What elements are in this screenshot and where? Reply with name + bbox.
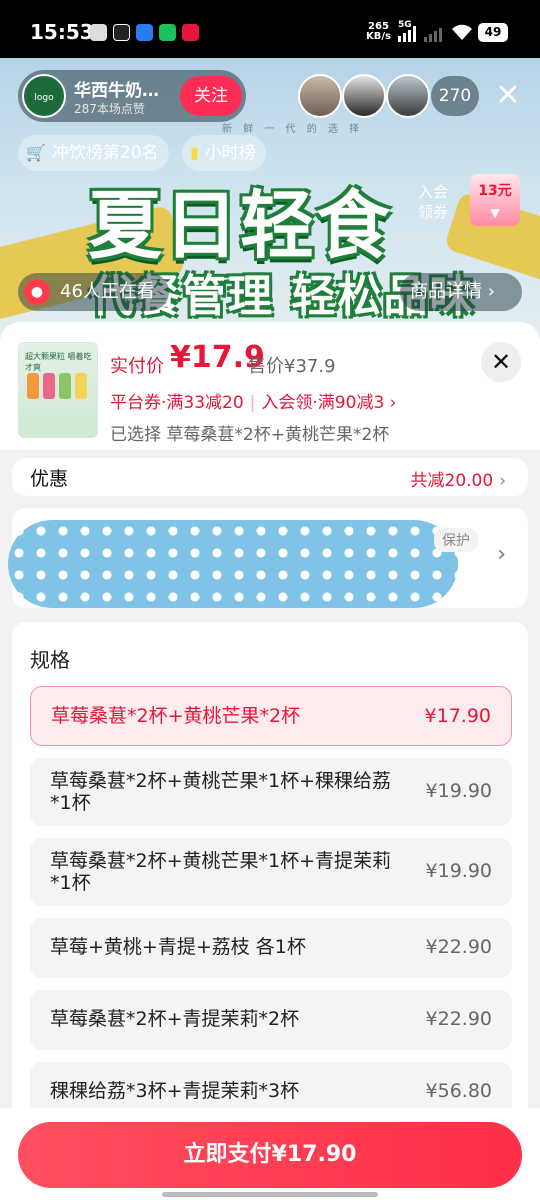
spec-option-name: 草莓桑葚*2杯+黄桃芒果*1杯+青提茉莉*1杯 <box>50 850 392 894</box>
hour-rank-tag[interactable]: ▮ 小时榜 <box>182 135 266 171</box>
shop-name: 华西牛奶… <box>74 81 159 101</box>
product-summary: 超大颗果粒 嚼着吃才爽 实付价 ¥17.9 售价¥37.9 ✕ 平台券·满33减… <box>0 322 540 450</box>
chevron-right-icon: › <box>499 471 506 491</box>
spec-option-name: 草莓桑葚*2杯+黄桃芒果*1杯+稞稞给荔*1杯 <box>50 770 392 814</box>
watching-text: 46人正在看 <box>60 281 155 302</box>
member-coupon: 入会领·满90减3 <box>261 393 385 413</box>
thumb-cup-2 <box>43 373 55 399</box>
viewer-avatar-2[interactable] <box>342 74 386 118</box>
watching-count-pill[interactable]: ● 46人正在看 <box>18 273 169 311</box>
signal-secondary-icon <box>424 24 442 42</box>
net-speed-unit: KB/s <box>366 31 391 42</box>
spec-option-price: ¥56.80 <box>425 1080 492 1102</box>
spec-option-name: 草莓桑葚*2杯+青提茉莉*2杯 <box>50 1008 300 1030</box>
spec-option-name: 草莓+黄桃+青提+荔枝 各1杯 <box>50 936 306 958</box>
pay-now-button[interactable]: 立即支付¥17.90 <box>18 1122 522 1188</box>
shop-app-icon <box>182 24 199 41</box>
rank-tag[interactable]: 🛒 冲饮榜第20名 <box>18 135 169 171</box>
thumb-cup-1 <box>27 373 39 399</box>
battery-icon: 49 <box>478 23 508 42</box>
spec-option-price: ¥19.90 <box>425 860 492 882</box>
spec-option-price: ¥22.90 <box>425 936 492 958</box>
follow-button[interactable]: 关注 <box>180 76 242 116</box>
bar-chart-icon: ▮ <box>190 143 199 162</box>
discount-amount: 共减20.00 <box>410 471 494 491</box>
spec-option[interactable]: 草莓桑葚*2杯+青提茉莉*2杯 ¥22.90 <box>30 990 512 1050</box>
coupon-info[interactable]: 平台券·满33减20 | 入会领·满90减3 › <box>110 388 396 413</box>
spec-option-price: ¥22.90 <box>425 1008 492 1030</box>
member-coupon-widget[interactable]: 入会 领券 13元 ▼ <box>412 170 524 232</box>
network-type: 5G <box>398 20 412 30</box>
spec-option-price: ¥17.90 <box>424 705 491 727</box>
banner-headline: 夏日轻食 <box>88 183 392 269</box>
rank-tag-label: 冲饮榜第20名 <box>51 143 159 163</box>
cart-icon: 🛒 <box>26 143 46 162</box>
thumb-cup-4 <box>75 373 87 399</box>
chevron-right-icon: › <box>487 281 495 302</box>
signal-5g-icon: 5G <box>398 20 416 42</box>
coupon-label-line-1: 入会 <box>418 183 449 201</box>
spec-option-price: ¥19.90 <box>425 780 492 802</box>
product-thumbnail[interactable]: 超大颗果粒 嚼着吃才爽 <box>18 342 98 438</box>
spec-option[interactable]: 草莓+黄桃+青提+荔枝 各1杯 ¥22.90 <box>30 918 512 978</box>
home-indicator[interactable] <box>162 1192 378 1197</box>
chevron-right-icon: › <box>497 542 506 567</box>
spec-option[interactable]: 草莓桑葚*2杯+黄桃芒果*1杯+青提茉莉*1杯 ¥19.90 <box>30 838 512 906</box>
status-app-icons <box>90 24 199 41</box>
product-detail-button[interactable]: 商品详情 › <box>400 273 522 311</box>
chevron-right-icon: › <box>389 393 397 413</box>
price-label: 实付价 <box>110 356 164 377</box>
viewer-count[interactable]: 270 <box>431 76 479 116</box>
spec-option[interactable]: 草莓桑葚*2杯+黄桃芒果*2杯 ¥17.90 <box>30 686 512 746</box>
pay-bar: 立即支付¥17.90 <box>0 1108 540 1200</box>
spec-option-name: 草莓桑葚*2杯+黄桃芒果*2杯 <box>51 705 301 727</box>
spec-title: 规格 <box>30 648 70 672</box>
coupon-card: 13元 ▼ <box>470 174 520 226</box>
location-pin-icon: ● <box>24 279 50 305</box>
wifi-icon <box>452 24 472 40</box>
platform-coupon: 平台券·满33减20 <box>110 393 244 413</box>
list-price: 售价¥37.9 <box>248 356 336 377</box>
coupon-label-line-2: 领券 <box>418 203 449 221</box>
tiktok-icon <box>113 24 130 41</box>
net-speed: 265 KB/s <box>366 22 391 42</box>
spec-option[interactable]: 草莓桑葚*2杯+黄桃芒果*1杯+稞稞给荔*1杯 ¥19.90 <box>30 758 512 826</box>
shop-likes: 287本场点赞 <box>74 102 145 116</box>
browser-icon <box>136 24 153 41</box>
shop-logo-avatar: logo <box>22 74 66 118</box>
discount-value: 共减20.00 › <box>411 466 506 491</box>
discount-row[interactable]: 优惠 共减20.00 › <box>12 458 528 496</box>
protection-tag: 保护 <box>434 528 478 552</box>
redacted-overlay <box>8 520 458 608</box>
close-sheet-button[interactable]: ✕ <box>481 342 521 382</box>
viewer-avatar-3[interactable] <box>386 74 430 118</box>
service-row[interactable]: 保护 › <box>8 508 528 608</box>
selected-spec: 已选择 草莓桑葚*2杯+黄桃芒果*2杯 <box>110 425 390 445</box>
viewer-avatar-1[interactable] <box>298 74 342 118</box>
status-bar: 15:53 265 KB/s 5G 49 <box>0 0 540 58</box>
coupon-label: 入会 领券 <box>418 182 448 222</box>
chevron-down-icon: ▼ <box>490 206 500 220</box>
hour-rank-label: 小时榜 <box>204 143 256 163</box>
wechat-icon <box>159 24 176 41</box>
app-notification-icon <box>90 24 107 41</box>
thumb-cup-3 <box>59 373 71 399</box>
thumb-text: 超大颗果粒 嚼着吃才爽 <box>25 352 92 372</box>
purchase-sheet: 超大颗果粒 嚼着吃才爽 实付价 ¥17.9 售价¥37.9 ✕ 平台券·满33减… <box>0 322 540 1200</box>
status-time: 15:53 <box>30 20 94 44</box>
coupon-value: 13元 <box>478 183 512 199</box>
banner-brand-slogan: 新 鲜 一 代 的 选 择 <box>222 124 364 135</box>
discount-label: 优惠 <box>30 468 69 490</box>
spec-option-name: 稞稞给荔*3杯+青提茉莉*3杯 <box>50 1080 300 1102</box>
product-detail-label: 商品详情 <box>410 281 482 302</box>
close-icon[interactable]: ✕ <box>490 78 526 114</box>
